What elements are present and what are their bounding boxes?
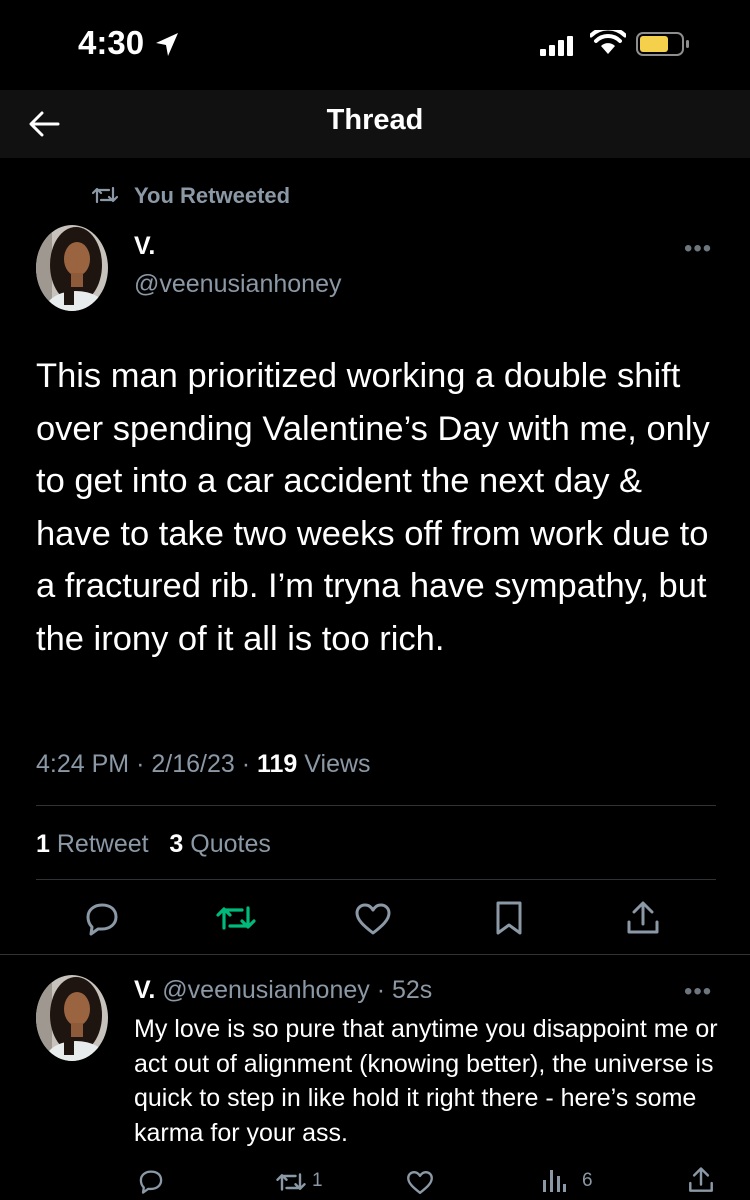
views-count: 119 (257, 750, 298, 778)
meta-separator: · (369, 976, 392, 1004)
battery-icon (636, 32, 689, 56)
retweet-icon[interactable] (216, 902, 256, 934)
divider (36, 805, 716, 806)
engagement-counts: 1 Retweet 3 Quotes (36, 830, 271, 859)
more-options-icon[interactable]: ••• (684, 235, 712, 263)
reply-author-handle[interactable]: @veenusianhoney (162, 976, 369, 1004)
author-name[interactable]: V. (134, 232, 155, 261)
retweets-link[interactable]: 1 Retweet (36, 830, 149, 858)
tweet-text: This man prioritized working a double sh… (36, 357, 710, 658)
location-arrow-icon (156, 33, 178, 56)
retweet-label: Retweet (56, 830, 149, 858)
reply-icon[interactable] (138, 1168, 164, 1194)
more-options-icon[interactable]: ••• (684, 978, 712, 1006)
tweet-meta: 4:24 PM · 2/16/23 · 119 Views (36, 750, 371, 779)
divider (36, 879, 716, 880)
reply-author-name[interactable]: V. (134, 976, 155, 1004)
retweet-context-label: You Retweeted (134, 183, 291, 208)
wifi-icon (590, 30, 626, 54)
reply-icon[interactable] (84, 900, 120, 936)
retweet-count: 1 (36, 830, 50, 858)
reply-header: V. @veenusianhoney · 52s (134, 976, 432, 1005)
quote-count: 3 (169, 830, 184, 858)
avatar[interactable] (36, 225, 108, 311)
views-icon[interactable] (542, 1168, 566, 1192)
share-icon[interactable] (688, 1166, 714, 1194)
status-time: 4:30 (78, 24, 145, 61)
page-title: Thread (326, 104, 424, 136)
author-handle[interactable]: @veenusianhoney (134, 270, 341, 299)
reply-age: 52s (391, 976, 433, 1004)
reply-views-count: 6 (582, 1170, 593, 1191)
cellular-signal-icon (540, 36, 573, 56)
heart-icon[interactable] (406, 1170, 434, 1195)
share-icon[interactable] (626, 900, 660, 936)
tweet-date: 2/16/23 (151, 750, 235, 778)
reply-retweet-count: 1 (312, 1170, 323, 1191)
retweet-icon[interactable] (276, 1170, 306, 1194)
tweet-time: 4:24 PM (36, 750, 130, 778)
divider (0, 954, 750, 955)
reply-avatar[interactable] (36, 975, 108, 1061)
status-bar: 4:30 (0, 0, 750, 90)
bookmark-icon[interactable] (494, 900, 524, 936)
views-label: Views (304, 750, 371, 778)
meta-separator: · (241, 750, 257, 778)
quote-label: Quotes (190, 830, 271, 858)
retweet-icon (92, 186, 118, 204)
reply-text: My love is so pure that anytime you disa… (134, 1015, 718, 1147)
heart-icon[interactable] (354, 902, 392, 936)
thread-header: Thread (0, 90, 750, 158)
quotes-link[interactable]: 3 Quotes (169, 830, 270, 858)
meta-separator: · (136, 750, 152, 778)
